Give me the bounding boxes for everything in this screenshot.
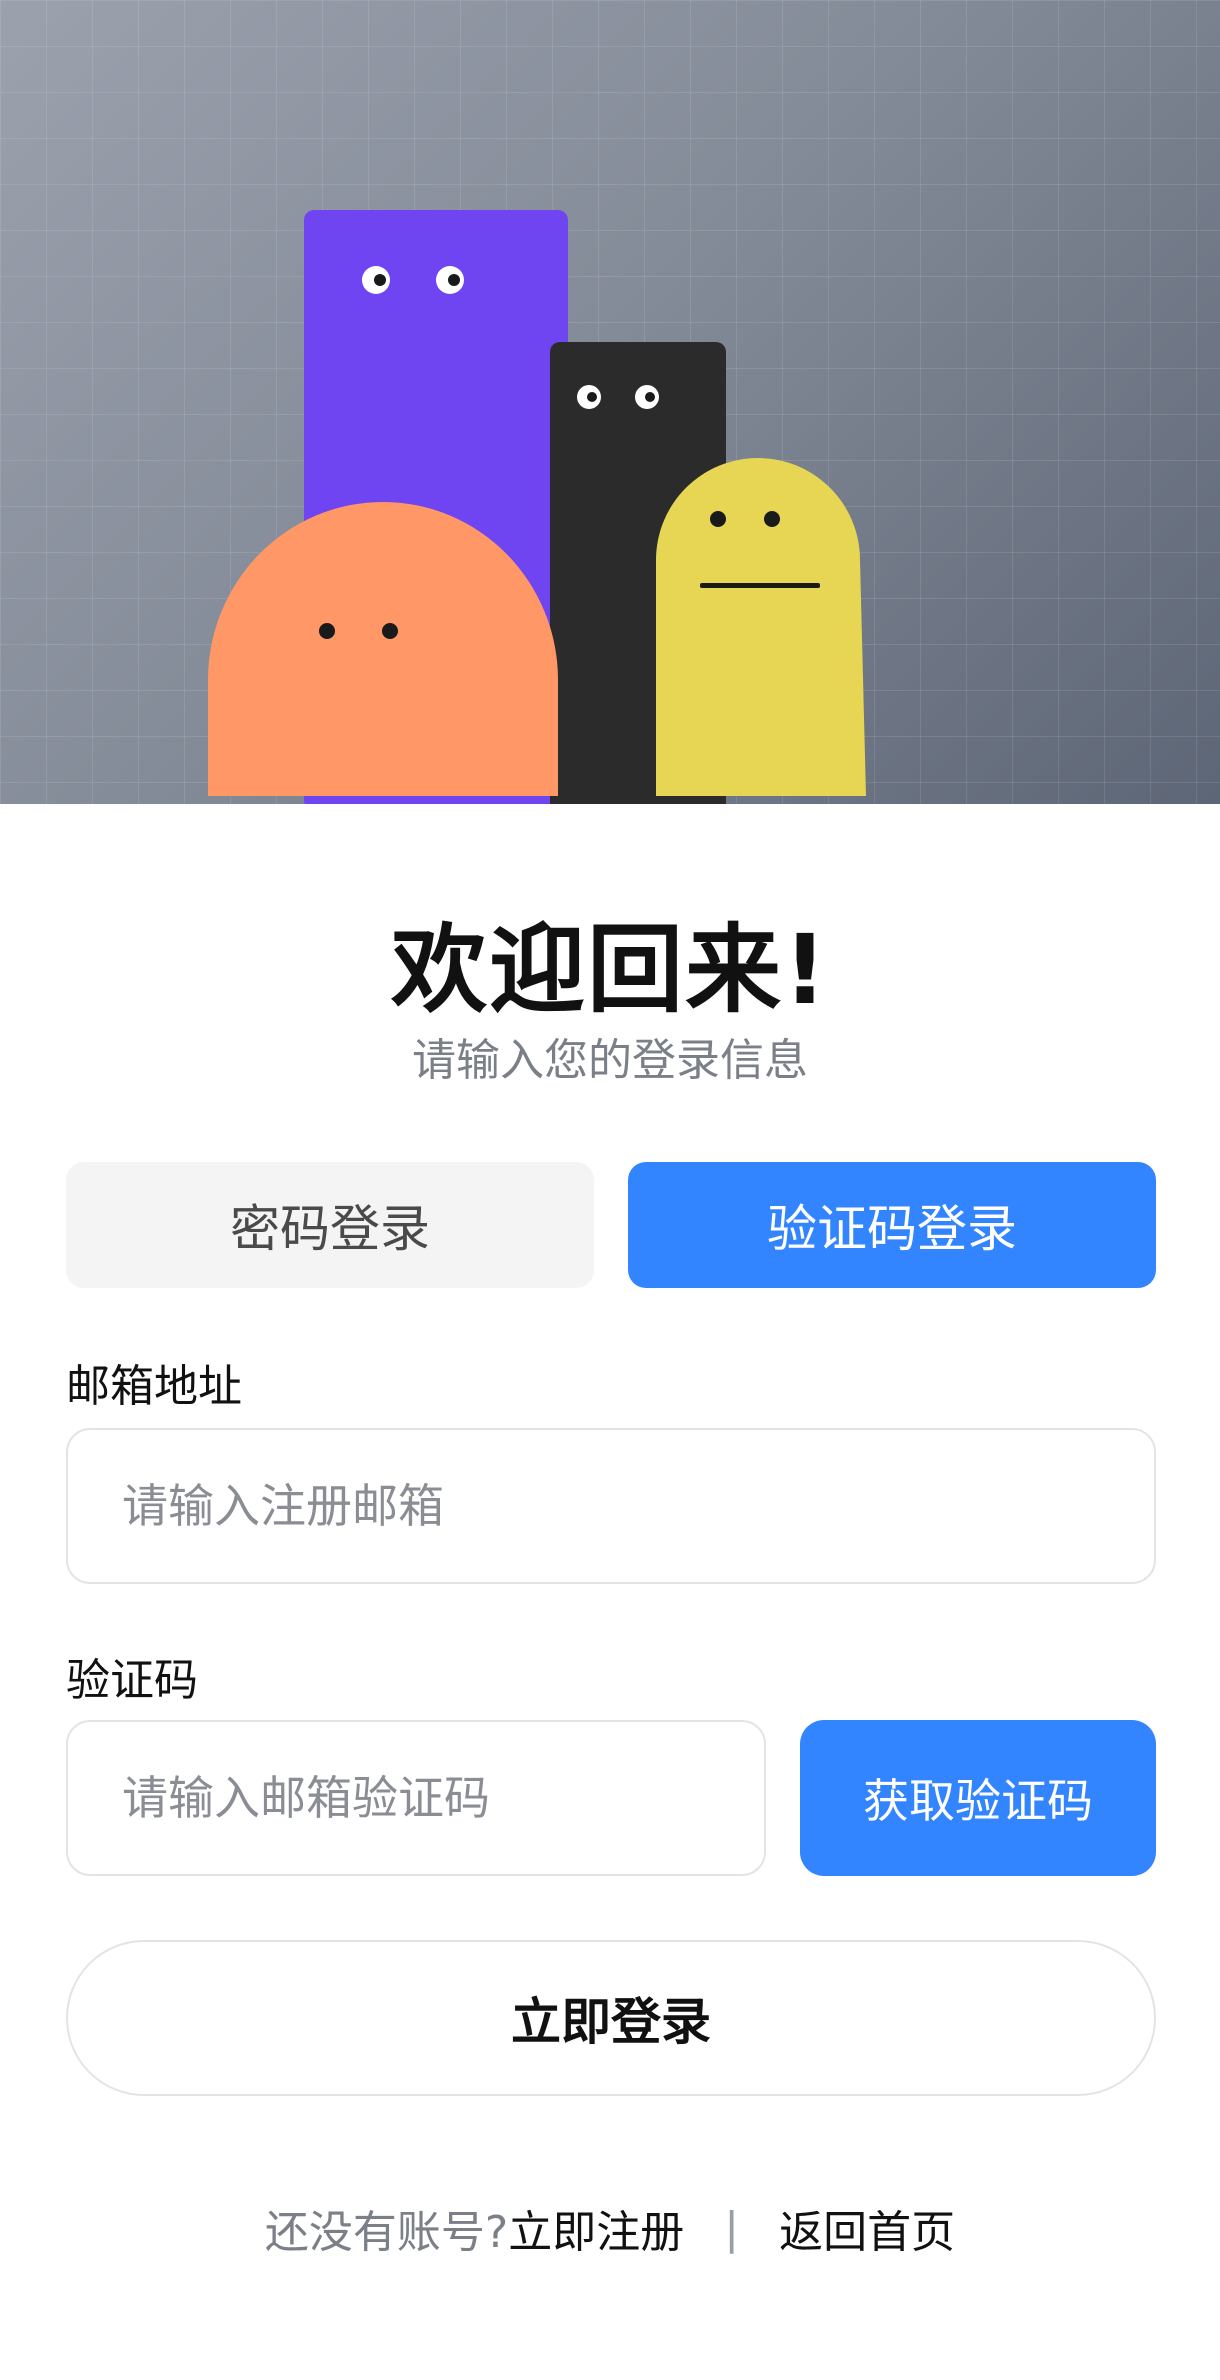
tab-code-login[interactable]: 验证码登录 — [628, 1162, 1156, 1288]
verification-code-field[interactable] — [66, 1720, 766, 1876]
code-label: 验证码 — [66, 1655, 198, 1706]
email-field[interactable] — [66, 1428, 1156, 1584]
tab-password-login[interactable]: 密码登录 — [66, 1162, 594, 1288]
footer-links: 还没有账号? 立即注册 | 返回首页 — [0, 2196, 1220, 2260]
footer-separator: | — [724, 2202, 740, 2254]
login-card: 欢迎回来! 请输入您的登录信息 密码登录 验证码登录 邮箱地址 验证码 获取验证… — [0, 804, 1220, 2380]
login-button[interactable]: 立即登录 — [66, 1940, 1156, 2096]
page-title: 欢迎回来! — [391, 914, 829, 1026]
characters-illustration — [208, 210, 866, 804]
get-code-button[interactable]: 获取验证码 — [800, 1720, 1156, 1876]
home-link[interactable]: 返回首页 — [779, 2196, 955, 2260]
yellow-character — [656, 458, 866, 796]
register-prompt: 还没有账号? — [264, 2207, 509, 2258]
hero-illustration — [0, 0, 1220, 804]
page-subtitle: 请输入您的登录信息 — [412, 1035, 808, 1086]
register-link[interactable]: 立即注册 — [508, 2196, 684, 2260]
email-label: 邮箱地址 — [66, 1361, 242, 1412]
